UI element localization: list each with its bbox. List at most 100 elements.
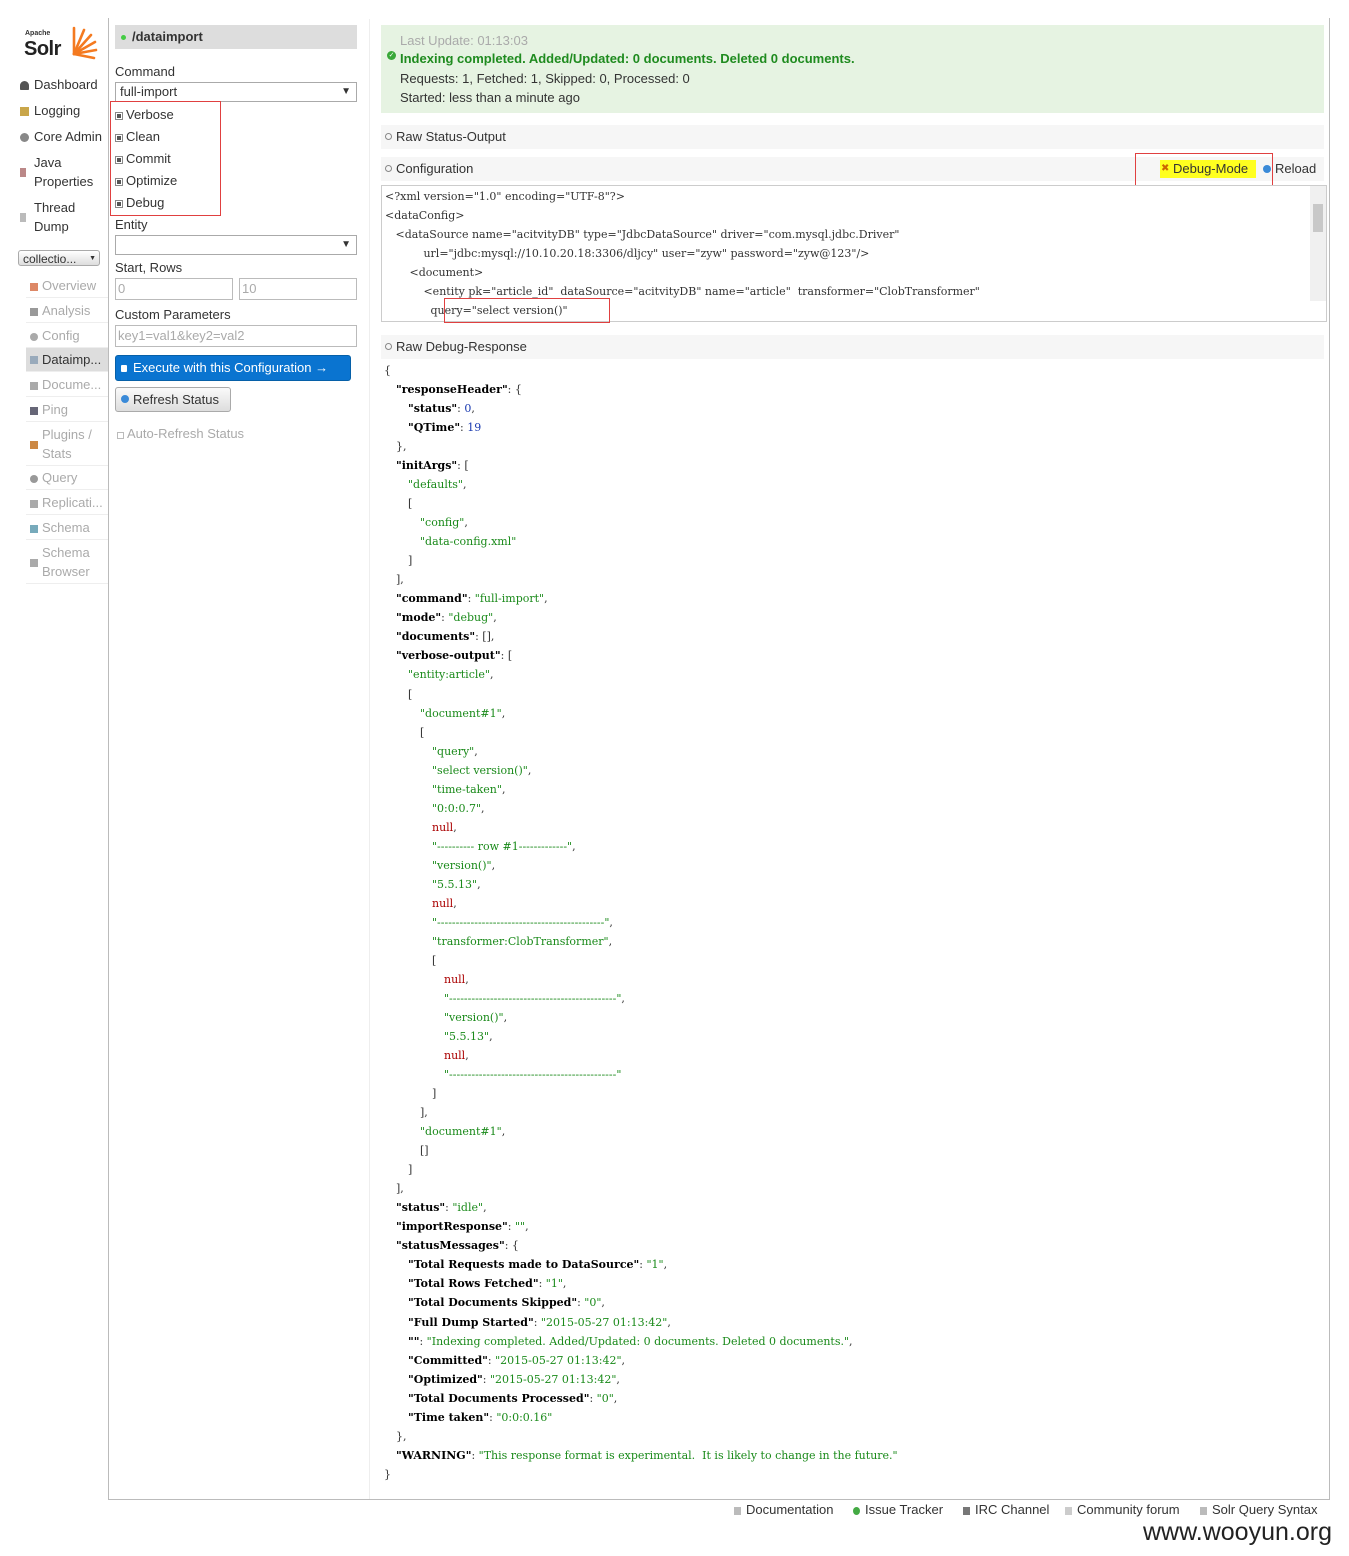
debug-response-line: [	[408, 497, 412, 510]
refresh-status-button[interactable]: Refresh Status	[115, 387, 231, 412]
json-token: ,	[489, 668, 494, 681]
execute-icon	[121, 365, 127, 372]
json-token: "QTime"	[408, 421, 461, 434]
debug-response-line: "Committed": "2015-05-27 01:13:42",	[408, 1354, 625, 1367]
core-menu-query[interactable]: Query	[26, 468, 108, 490]
json-token: ,	[613, 1392, 618, 1405]
core-menu-overview[interactable]: Overview	[26, 276, 108, 298]
json-token: "initArgs"	[396, 459, 458, 472]
debug-response-line: "Total Requests made to DataSource": "1"…	[408, 1258, 667, 1271]
debug-response-line: "initArgs": [	[396, 459, 469, 472]
debug-response-line: "verbose-output": [	[396, 649, 512, 662]
execute-button[interactable]: Execute with this Configuration →	[115, 355, 351, 381]
json-token: "0:0:0.16"	[496, 1411, 553, 1424]
solr-logo[interactable]: Apache Solr	[22, 22, 102, 64]
core-menu-plugins-stats-label: Plugins / Stats	[42, 427, 92, 461]
rows-input[interactable]: 10	[239, 278, 357, 300]
json-token: : {	[507, 383, 522, 396]
json-token: "status"	[396, 1201, 446, 1214]
json-token: ,	[608, 935, 613, 948]
debug-response-line: "WARNING": "This response format is expe…	[396, 1449, 898, 1462]
core-menu-schema[interactable]: Schema	[26, 518, 108, 540]
core-menu-query-label: Query	[42, 470, 78, 485]
nav-core-admin-label: Core Admin	[34, 129, 102, 144]
core-menu-schema-browser[interactable]: Schema Browser	[26, 543, 108, 584]
json-token: }	[384, 1468, 391, 1481]
json-token: :	[487, 1354, 496, 1367]
json-token: },	[396, 1430, 407, 1443]
core-menu-analysis[interactable]: Analysis	[26, 301, 108, 323]
json-token: : [	[500, 649, 513, 662]
raw-debug-response-label: Raw Debug-Response	[396, 339, 527, 354]
debug-response-line: []	[420, 1144, 429, 1157]
core-menu-ping[interactable]: Ping	[26, 400, 108, 422]
json-token: "time-taken"	[432, 783, 502, 796]
json-token: "importResponse"	[396, 1220, 508, 1233]
raw-status-output-header[interactable]: Raw Status-Output	[381, 125, 1324, 149]
entity-label: Entity	[115, 217, 148, 232]
irc-icon	[963, 1507, 970, 1515]
core-menu-ping-label: Ping	[42, 402, 69, 417]
raw-debug-response-header[interactable]: Raw Debug-Response	[381, 335, 1324, 359]
core-menu-plugins-stats[interactable]: Plugins / Stats	[26, 425, 108, 466]
json-token: ,	[544, 592, 548, 605]
core-menu-documents[interactable]: Docume...	[26, 375, 108, 397]
json-token: "Total Documents Skipped"	[408, 1296, 578, 1309]
json-token: ,	[527, 764, 532, 777]
schema-icon	[30, 525, 38, 533]
json-token: ,	[481, 802, 485, 815]
debug-response-output: {"responseHeader": {"status": 0, "QTime":…	[384, 364, 1324, 1494]
json-token: : [	[457, 459, 469, 472]
config-scrollbar[interactable]	[1310, 186, 1326, 301]
json-token: ,	[474, 745, 478, 758]
plugins-icon	[30, 441, 38, 449]
json-token: "status"	[408, 402, 458, 415]
core-menu-analysis-label: Analysis	[42, 303, 91, 318]
nav-dashboard-label: Dashboard	[34, 77, 98, 92]
nav-dashboard[interactable]: Dashboard	[18, 75, 108, 94]
json-token: ,	[501, 1125, 506, 1138]
query-icon	[30, 475, 38, 483]
core-menu-replication[interactable]: Replicati...	[26, 493, 108, 515]
annotation-box-checkboxes	[110, 101, 221, 216]
debug-response-line: "Total Documents Processed": "0",	[408, 1392, 617, 1405]
json-token: ,	[601, 1296, 605, 1309]
thread-dump-icon	[20, 213, 26, 222]
custom-params-input[interactable]: key1=val1&key2=val2	[115, 325, 357, 347]
nav-thread-dump[interactable]: Thread Dump	[18, 198, 108, 236]
debug-response-line: "Total Documents Skipped": "0",	[408, 1296, 605, 1309]
debug-response-line: "---------- row #1-------------",	[432, 840, 576, 853]
debug-response-line: ],	[396, 1182, 404, 1195]
json-token: "data-config.xml"	[420, 535, 517, 548]
core-menu-dataimport[interactable]: Dataimp...	[26, 348, 108, 372]
nav-java-properties[interactable]: Java Properties	[18, 153, 108, 191]
core-selector[interactable]: collectio... ▼	[18, 250, 100, 266]
json-token: "idle"	[452, 1201, 484, 1214]
debug-response-line: }	[384, 1468, 391, 1481]
handler-path-bar: /dataimport	[115, 25, 357, 49]
command-select[interactable]: full-import ▼	[115, 82, 357, 102]
json-token: ,	[663, 1258, 668, 1271]
debug-response-line: null,	[432, 821, 457, 834]
nav-core-admin[interactable]: Core Admin	[18, 127, 108, 146]
debug-response-line: "Optimized": "2015-05-27 01:13:42",	[408, 1373, 620, 1386]
json-token: "Indexing completed. Added/Updated: 0 do…	[426, 1335, 850, 1348]
schema-browser-icon	[30, 559, 38, 567]
checkbox-unchecked-icon	[117, 432, 124, 439]
json-token: "verbose-output"	[396, 649, 501, 662]
entity-select[interactable]: ▼	[115, 235, 357, 255]
debug-response-line: "version()",	[444, 1011, 507, 1024]
nav-logging[interactable]: Logging	[18, 101, 108, 120]
core-menu-config[interactable]: Config	[26, 326, 108, 348]
start-input[interactable]: 0	[115, 278, 233, 300]
json-token: ""	[408, 1335, 420, 1348]
json-token: "0:0:0.7"	[432, 802, 482, 815]
json-token: "statusMessages"	[396, 1239, 505, 1252]
core-menu-dataimport-label: Dataimp...	[42, 352, 102, 367]
json-token: ,	[525, 1220, 529, 1233]
scrollbar-thumb[interactable]	[1313, 204, 1323, 232]
json-token: "debug"	[448, 611, 494, 624]
json-token: null	[444, 1049, 466, 1062]
json-token: :	[482, 1373, 490, 1386]
debug-response-line: "status": 0,	[408, 402, 475, 415]
